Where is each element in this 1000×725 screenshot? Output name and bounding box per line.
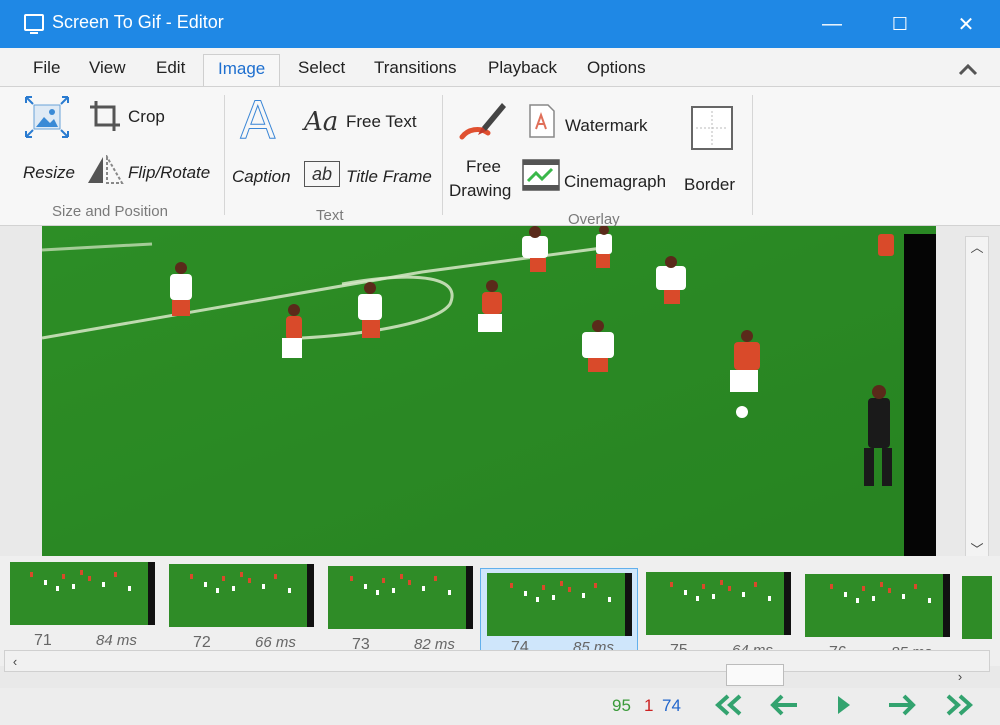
tab-image[interactable]: Image (203, 54, 281, 87)
window-title: Screen To Gif - Editor (52, 12, 224, 32)
group-label-text: Text (316, 207, 344, 224)
maximize-button[interactable]: ☐ (866, 0, 934, 48)
scrollbar-thumb[interactable] (726, 664, 784, 686)
scroll-left-icon[interactable]: ‹ (6, 652, 24, 670)
app-icon (24, 14, 44, 34)
caption-icon[interactable]: A (240, 91, 277, 152)
ribbon-separator (442, 95, 443, 215)
selected-frames-count: 1 (644, 696, 654, 715)
frame-delay[interactable]: 66 ms (255, 634, 296, 651)
flip-rotate-icon[interactable] (86, 153, 124, 190)
caption-button[interactable]: Caption (232, 167, 291, 187)
horizontal-scrollbar[interactable]: ‹ › (4, 650, 990, 684)
border-icon[interactable] (690, 105, 734, 156)
frame-delay[interactable]: 84 ms (96, 632, 137, 649)
next-frame-icon[interactable] (886, 693, 916, 724)
flip-rotate-button[interactable]: Flip/Rotate (128, 163, 210, 183)
crop-button[interactable]: Crop (128, 107, 165, 127)
cinemagraph-icon[interactable] (522, 159, 560, 196)
minimize-button[interactable]: — (798, 0, 866, 48)
resize-button[interactable]: Resize (23, 163, 75, 183)
tab-file[interactable]: File (33, 58, 60, 78)
free-drawing-icon[interactable] (458, 99, 508, 150)
close-button[interactable]: ✕ (932, 0, 1000, 48)
frame-number: 71 (34, 632, 52, 649)
free-drawing-label-1[interactable]: Free (466, 157, 501, 177)
tab-edit[interactable]: Edit (156, 58, 185, 78)
tab-view[interactable]: View (89, 58, 126, 78)
title-bar: Screen To Gif - Editor — ☐ ✕ (0, 0, 1000, 48)
free-text-icon[interactable]: Aa (304, 107, 338, 137)
tab-select[interactable]: Select (298, 58, 345, 78)
frame-thumbnail (169, 564, 314, 627)
resize-icon[interactable] (24, 95, 70, 144)
frame-thumbnail (10, 562, 155, 625)
play-icon[interactable] (834, 693, 854, 724)
chevron-up-icon[interactable] (958, 62, 978, 81)
total-frames-count: 95 (612, 696, 631, 715)
scroll-up-icon[interactable]: ︿ (968, 237, 986, 255)
frame-thumbnail (962, 576, 992, 639)
previous-frame-icon[interactable] (770, 693, 800, 724)
frame-thumbnail (487, 573, 632, 636)
watermark-icon[interactable] (528, 103, 556, 144)
tab-transitions[interactable]: Transitions (374, 58, 457, 78)
crop-icon[interactable] (88, 99, 122, 138)
current-frame-number: 74 (662, 696, 681, 715)
last-frame-icon[interactable] (944, 693, 978, 724)
free-drawing-label-2[interactable]: Drawing (449, 181, 511, 201)
watermark-button[interactable]: Watermark (565, 116, 648, 136)
first-frame-icon[interactable] (710, 693, 744, 724)
frame-black-edge (904, 234, 936, 568)
title-frame-icon[interactable]: ab (304, 161, 340, 187)
frame-item-selected[interactable]: 74 85 ms (480, 568, 638, 660)
editor-canvas: ︿ ﹀ (0, 226, 1000, 568)
group-label-size-position: Size and Position (52, 203, 168, 220)
frame-preview-image[interactable] (42, 226, 936, 568)
ribbon-separator (224, 95, 225, 215)
frame-thumbnail (805, 574, 950, 637)
ribbon-separator (752, 95, 753, 215)
scroll-right-icon[interactable]: › (951, 667, 969, 685)
border-button[interactable]: Border (684, 175, 735, 195)
tab-options[interactable]: Options (587, 58, 646, 78)
ribbon-tabs: File View Edit Image Select Transitions … (0, 48, 1000, 88)
status-bar: 95 1 74 (0, 688, 1000, 725)
title-frame-button[interactable]: Title Frame (346, 167, 432, 187)
frame-item[interactable]: 72 66 ms (169, 564, 319, 662)
vertical-scrollbar[interactable]: ︿ ﹀ (965, 236, 989, 558)
scroll-down-icon[interactable]: ﹀ (968, 539, 986, 557)
ribbon-panel: Resize Crop Flip/Rotate Size and Positio… (0, 86, 1000, 228)
tab-playback[interactable]: Playback (488, 58, 557, 78)
cinemagraph-button[interactable]: Cinemagraph (564, 172, 666, 192)
frame-item[interactable]: 71 84 ms (10, 562, 160, 660)
frame-thumbnail (646, 572, 791, 635)
frame-thumbnail (328, 566, 473, 629)
free-text-button[interactable]: Free Text (346, 112, 417, 132)
